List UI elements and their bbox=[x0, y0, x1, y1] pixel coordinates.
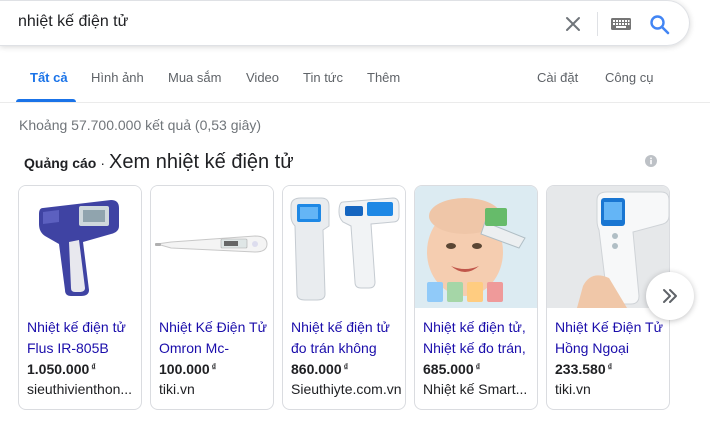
search-icon[interactable] bbox=[646, 11, 674, 39]
product-store: Nhiệt kế Smart... bbox=[423, 381, 528, 397]
product-image-forehead-thermometers[interactable] bbox=[283, 186, 405, 308]
product-store: sieuthivienthon... bbox=[27, 381, 133, 397]
product-image-thermometer-gun[interactable] bbox=[19, 186, 141, 308]
tabs-divider bbox=[0, 102, 710, 103]
product-store: tiki.vn bbox=[555, 381, 591, 397]
search-input[interactable]: nhiệt kế điện tử bbox=[18, 13, 128, 31]
product-name[interactable]: Nhiệt Kế Điện Tử Omron Mc- bbox=[159, 317, 271, 359]
product-price: 100.000 ₫ bbox=[159, 361, 217, 377]
ads-label: Quảng cáo bbox=[24, 155, 97, 171]
product-image-baby-forehead-scan[interactable] bbox=[415, 186, 537, 308]
search-box[interactable]: nhiệt kế điện tử bbox=[0, 0, 690, 46]
search-tabs: Tất cả Hình ảnh Mua sắm Video Tin tức Th… bbox=[0, 60, 710, 102]
keyboard-icon[interactable] bbox=[608, 14, 634, 34]
product-card[interactable]: Nhiệt kế điện tử đo trán không 860.000 ₫ … bbox=[282, 185, 406, 410]
product-store: tiki.vn bbox=[159, 381, 195, 397]
product-card[interactable]: Nhiệt Kế Điện Tử Omron Mc- 100.000 ₫ tiki… bbox=[150, 185, 274, 410]
tab-more[interactable]: Thêm bbox=[367, 70, 400, 85]
product-name[interactable]: Nhiệt kế điện tử đo trán không bbox=[291, 317, 403, 359]
product-card[interactable]: Nhiệt kế điện tử, Nhiệt kế đo trán, 685.… bbox=[414, 185, 538, 410]
product-price: 1.050.000 ₫ bbox=[27, 361, 96, 377]
carousel-next-button[interactable] bbox=[646, 272, 694, 320]
tab-tools[interactable]: Công cụ bbox=[605, 70, 653, 85]
product-price: 860.000 ₫ bbox=[291, 361, 349, 377]
ads-header: Quảng cáo · Xem nhiệt kế điện tử bbox=[24, 151, 294, 174]
product-card[interactable]: Nhiệt kế điện tử Flus IR-805B 1.050.000 ₫… bbox=[18, 185, 142, 410]
info-icon[interactable] bbox=[645, 154, 657, 167]
product-name[interactable]: Nhiệt kế điện tử Flus IR-805B bbox=[27, 317, 139, 359]
product-price: 233.580 ₫ bbox=[555, 361, 613, 377]
tab-shopping[interactable]: Mua sắm bbox=[168, 70, 221, 85]
tab-news[interactable]: Tin tức bbox=[303, 70, 343, 85]
double-chevron-right-icon bbox=[663, 289, 677, 303]
product-name[interactable]: Nhiệt Kế Điện Tử Hồng Ngoại bbox=[555, 317, 667, 359]
ads-separator: · bbox=[100, 155, 106, 171]
search-divider bbox=[597, 12, 598, 36]
tab-video[interactable]: Video bbox=[246, 70, 279, 85]
clear-search-icon[interactable] bbox=[560, 11, 586, 37]
product-store: Sieuthiyte.com.vn bbox=[291, 381, 402, 397]
tab-all[interactable]: Tất cả bbox=[30, 70, 68, 85]
ads-title[interactable]: Xem nhiệt kế điện tử bbox=[109, 151, 294, 173]
result-stats: Khoảng 57.700.000 kết quả (0,53 giây) bbox=[19, 117, 262, 133]
tab-settings[interactable]: Cài đặt bbox=[537, 70, 578, 85]
product-image-digital-thermometer[interactable] bbox=[151, 186, 273, 308]
product-price: 685.000 ₫ bbox=[423, 361, 481, 377]
tab-images[interactable]: Hình ảnh bbox=[91, 70, 144, 85]
product-name[interactable]: Nhiệt kế điện tử, Nhiệt kế đo trán, bbox=[423, 317, 535, 359]
